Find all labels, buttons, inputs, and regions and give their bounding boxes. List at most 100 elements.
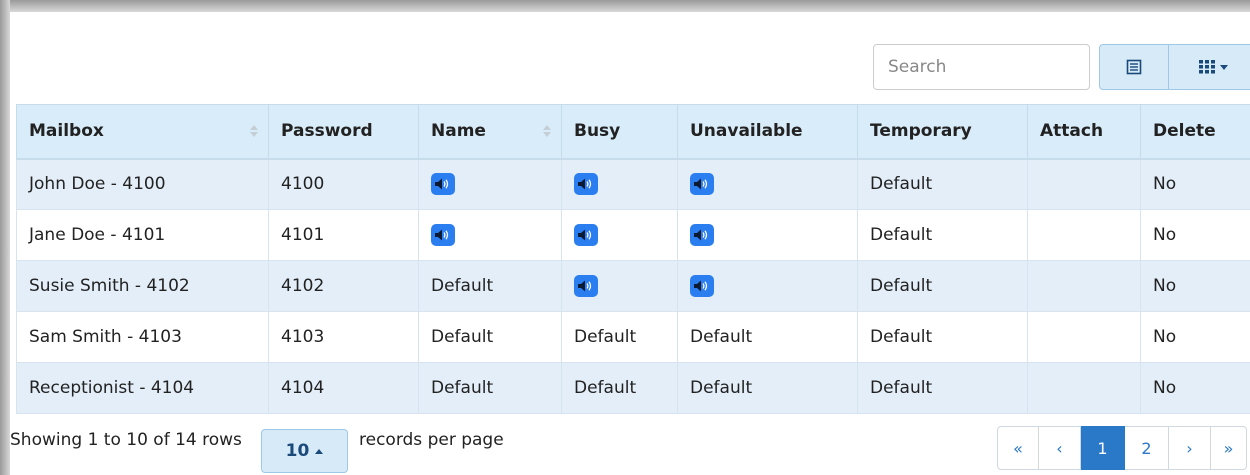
play-audio-button[interactable] — [431, 224, 455, 246]
cell-busy: Default — [561, 311, 678, 363]
column-header-unavailable: Unavailable — [677, 104, 858, 160]
table-toolbar-buttons — [1099, 44, 1250, 90]
cell-attach — [1027, 311, 1141, 363]
column-header-password: Password — [268, 104, 419, 160]
cell-delete: No — [1140, 362, 1250, 414]
page-button-2[interactable]: 2 — [1125, 426, 1169, 470]
speaker-icon — [578, 280, 592, 292]
cell-delete: No — [1140, 209, 1250, 261]
column-header-busy: Busy — [561, 104, 678, 160]
sort-icon — [543, 125, 551, 138]
cell-password: 4100 — [268, 158, 419, 210]
play-audio-button[interactable] — [690, 275, 714, 297]
speaker-icon — [435, 229, 449, 241]
prev-page-button[interactable]: ‹ — [1039, 426, 1081, 470]
cell-name: Default — [418, 311, 562, 363]
columns-dropdown-button[interactable] — [1169, 44, 1250, 90]
cell-password: 4103 — [268, 311, 419, 363]
page-button-1[interactable]: 1 — [1081, 426, 1125, 470]
cell-unavailable — [677, 260, 858, 312]
table-row: Susie Smith - 4102 4102 Default Default No — [16, 260, 1250, 312]
cell-name — [418, 209, 562, 261]
cell-attach — [1027, 260, 1141, 312]
pagination-summary: Showing 1 to 10 of 14 rows — [10, 430, 242, 450]
speaker-icon — [578, 229, 592, 241]
chevron-up-icon — [315, 448, 324, 454]
first-page-button[interactable]: « — [997, 426, 1039, 470]
search-input[interactable] — [873, 44, 1090, 90]
cell-busy — [561, 260, 678, 312]
cell-attach — [1027, 158, 1141, 210]
play-audio-button[interactable] — [574, 224, 598, 246]
cell-temporary: Default — [857, 209, 1028, 261]
cell-password: 4104 — [268, 362, 419, 414]
cell-temporary: Default — [857, 260, 1028, 312]
column-header-label: Attach — [1040, 121, 1104, 142]
cell-password: 4102 — [268, 260, 419, 312]
cell-delete: No — [1140, 260, 1250, 312]
table-row: Jane Doe - 4101 4101 Default No — [16, 209, 1250, 261]
list-view-icon — [1126, 59, 1142, 75]
cell-mailbox: John Doe - 4100 — [16, 158, 269, 210]
cell-mailbox: Receptionist - 4104 — [16, 362, 269, 414]
voicemail-table: Mailbox Password Name Busy Unavailable T… — [16, 104, 1250, 414]
last-page-button[interactable]: » — [1211, 426, 1247, 470]
table-row: John Doe - 4100 4100 Default No — [16, 158, 1250, 210]
cell-temporary: Default — [857, 158, 1028, 210]
cell-busy: Default — [561, 362, 678, 414]
column-header-attach: Attach — [1027, 104, 1141, 160]
column-header-temporary: Temporary — [857, 104, 1028, 160]
speaker-icon — [694, 280, 708, 292]
column-header-label: Mailbox — [29, 121, 104, 142]
play-audio-button[interactable] — [690, 173, 714, 196]
play-audio-button[interactable] — [690, 224, 714, 246]
cell-password: 4101 — [268, 209, 419, 261]
speaker-icon — [694, 229, 708, 241]
column-header-label: Name — [431, 121, 486, 142]
page-size-dropdown[interactable]: 10 — [261, 429, 348, 473]
cell-name — [418, 158, 562, 210]
cell-busy — [561, 158, 678, 210]
cell-unavailable — [677, 158, 858, 210]
play-audio-button[interactable] — [574, 173, 598, 196]
window-frame-top — [0, 0, 1250, 12]
cell-attach — [1027, 362, 1141, 414]
cell-temporary: Default — [857, 362, 1028, 414]
column-header-delete: Delete — [1140, 104, 1250, 160]
column-header-label: Password — [281, 121, 373, 142]
table-body: John Doe - 4100 4100 Default No Jane Doe - 4… — [16, 158, 1250, 414]
table-row: Receptionist - 4104 4104 Default Default Def… — [16, 362, 1250, 414]
cell-delete: No — [1140, 158, 1250, 210]
table-row: Sam Smith - 4103 4103 Default Default Defaul… — [16, 311, 1250, 363]
page-size-value: 10 — [285, 441, 310, 461]
column-header-name[interactable]: Name — [418, 104, 562, 160]
window-frame-left — [0, 0, 10, 475]
grid-columns-icon — [1199, 60, 1215, 74]
cell-mailbox: Sam Smith - 4103 — [16, 311, 269, 363]
cell-attach — [1027, 209, 1141, 261]
speaker-icon — [694, 178, 708, 190]
cell-mailbox: Jane Doe - 4101 — [16, 209, 269, 261]
column-header-mailbox[interactable]: Mailbox — [16, 104, 269, 160]
cell-busy — [561, 209, 678, 261]
play-audio-button[interactable] — [574, 275, 598, 297]
cell-temporary: Default — [857, 311, 1028, 363]
cell-name: Default — [418, 260, 562, 312]
next-page-button[interactable]: › — [1169, 426, 1211, 470]
column-header-label: Temporary — [870, 121, 972, 142]
cell-name: Default — [418, 362, 562, 414]
toggle-view-button[interactable] — [1099, 44, 1169, 90]
sort-icon — [250, 125, 258, 138]
cell-mailbox: Susie Smith - 4102 — [16, 260, 269, 312]
cell-delete: No — [1140, 311, 1250, 363]
chevron-down-icon — [1220, 64, 1228, 70]
records-per-page-label: records per page — [359, 430, 504, 450]
table-header-row: Mailbox Password Name Busy Unavailable T… — [16, 104, 1250, 160]
cell-unavailable — [677, 209, 858, 261]
column-header-label: Delete — [1153, 121, 1216, 142]
pagination: « ‹ 1 2 › » — [997, 426, 1247, 470]
voicemail-table-panel: Mailbox Password Name Busy Unavailable T… — [10, 12, 1250, 475]
column-header-label: Busy — [574, 121, 621, 142]
speaker-icon — [578, 178, 592, 190]
play-audio-button[interactable] — [431, 173, 455, 196]
